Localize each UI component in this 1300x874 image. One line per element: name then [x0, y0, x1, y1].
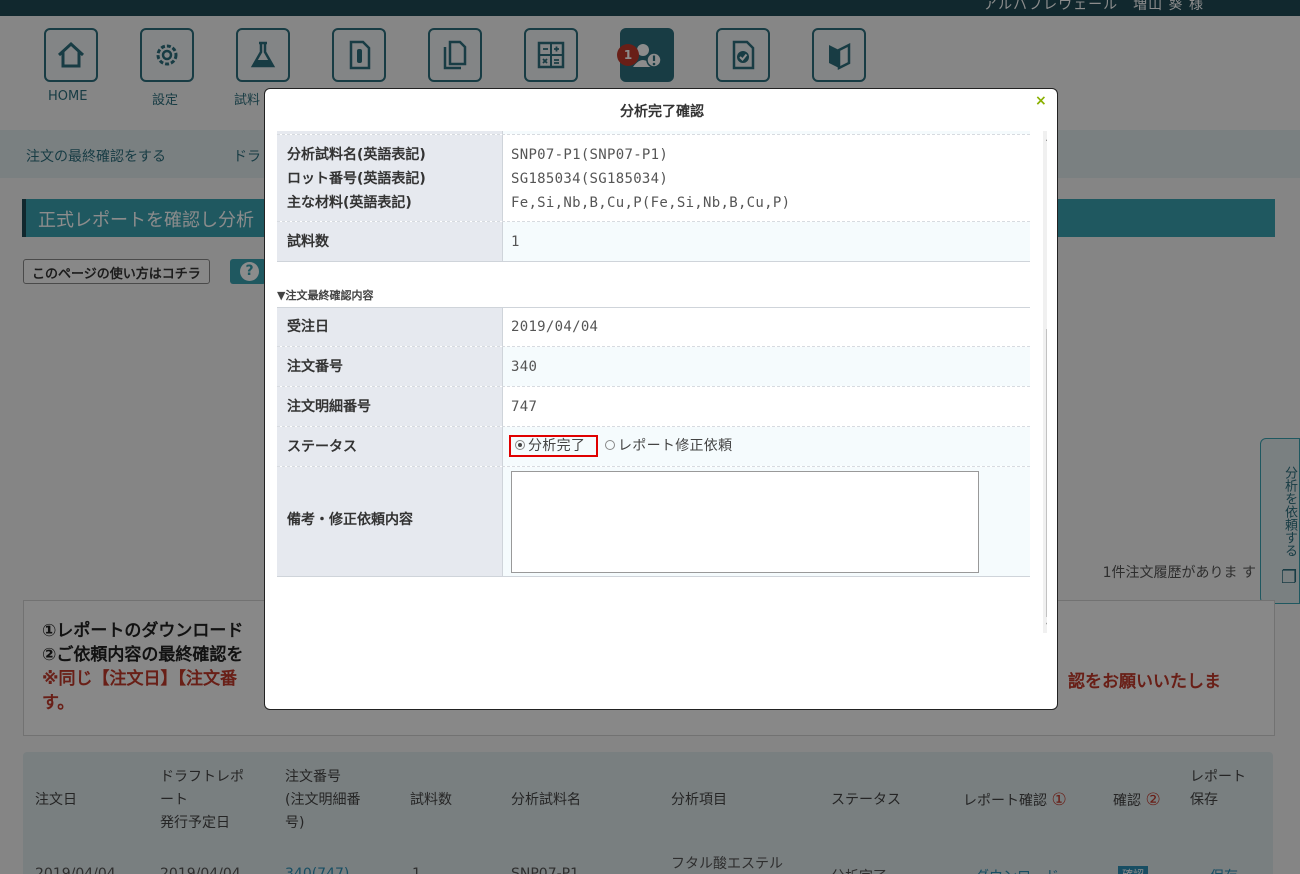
dialog-scroll-area[interactable]: 分析試料名(英語表記) ロット番号(英語表記) 主な材料(英語表記) SNP07…: [277, 131, 1047, 633]
status-revision-label: レポート修正依頼: [618, 438, 733, 454]
analysis-complete-dialog: 分析完了確認 × 分析試料名(英語表記) ロット番号(英語表記) 主な材料(英語…: [264, 88, 1058, 710]
row-status: ステータス 分析完了 レポート修正依頼: [277, 427, 1030, 467]
row-sample-info: 分析試料名(英語表記) ロット番号(英語表記) 主な材料(英語表記) SNP07…: [277, 135, 1030, 222]
value-sample-name-en: SNP07-P1(SNP07-P1): [511, 147, 669, 163]
value-sample-count: 1: [503, 222, 1030, 261]
value-material-en: Fe,Si,Nb,B,Cu,P(Fe,Si,Nb,B,Cu,P): [511, 195, 791, 211]
label-order-date: 受注日: [277, 308, 503, 346]
row-order-number: 注文番号 340: [277, 347, 1030, 387]
label-remarks: 備考・修正依頼内容: [277, 467, 503, 576]
row-order-date: 受注日 2019/04/04: [277, 307, 1030, 347]
remarks-cell: [503, 467, 1030, 576]
label-sample-count: 試料数: [277, 222, 503, 261]
value-order-date: 2019/04/04: [511, 319, 599, 335]
label-sample-name-en: 分析試料名(英語表記): [287, 147, 426, 163]
label-status: ステータス: [277, 427, 503, 466]
status-options: 分析完了 レポート修正依頼: [503, 427, 1030, 466]
sample-info-labels: 分析試料名(英語表記) ロット番号(英語表記) 主な材料(英語表記): [277, 135, 503, 221]
scroll-thumb[interactable]: [1046, 329, 1047, 617]
dialog-title: 分析完了確認: [620, 104, 704, 120]
row-cut-top-label: [277, 131, 503, 134]
status-revision-option[interactable]: レポート修正依頼: [605, 435, 732, 455]
dialog-scrollbar[interactable]: ▲ ▼: [1043, 131, 1047, 633]
row-cut-top-value: [503, 131, 1030, 134]
scroll-down-icon[interactable]: ▼: [1046, 621, 1047, 630]
row-remarks: 備考・修正依頼内容: [277, 467, 1030, 577]
status-highlight: [509, 435, 598, 457]
label-order-number: 注文番号: [277, 347, 503, 386]
remarks-textarea[interactable]: [511, 471, 979, 573]
label-detail-number: 注文明細番号: [277, 387, 503, 426]
value-order-number: 340: [503, 347, 1030, 386]
section-order-confirm: ▼注文最終確認内容: [277, 289, 374, 302]
close-icon[interactable]: ×: [1035, 93, 1047, 109]
row-detail-number: 注文明細番号 747: [277, 387, 1030, 427]
scroll-up-icon[interactable]: ▲: [1046, 133, 1047, 142]
row-sample-count: 試料数 1: [277, 222, 1030, 262]
label-lot-number-en: ロット番号(英語表記): [287, 171, 426, 187]
sample-info-values: SNP07-P1(SNP07-P1) SG185034(SG185034) Fe…: [503, 135, 1030, 221]
value-detail-number: 747: [511, 399, 538, 415]
status-revision-radio[interactable]: [605, 440, 615, 450]
value-lot-number-en: SG185034(SG185034): [511, 171, 669, 187]
label-material-en: 主な材料(英語表記): [287, 195, 412, 211]
